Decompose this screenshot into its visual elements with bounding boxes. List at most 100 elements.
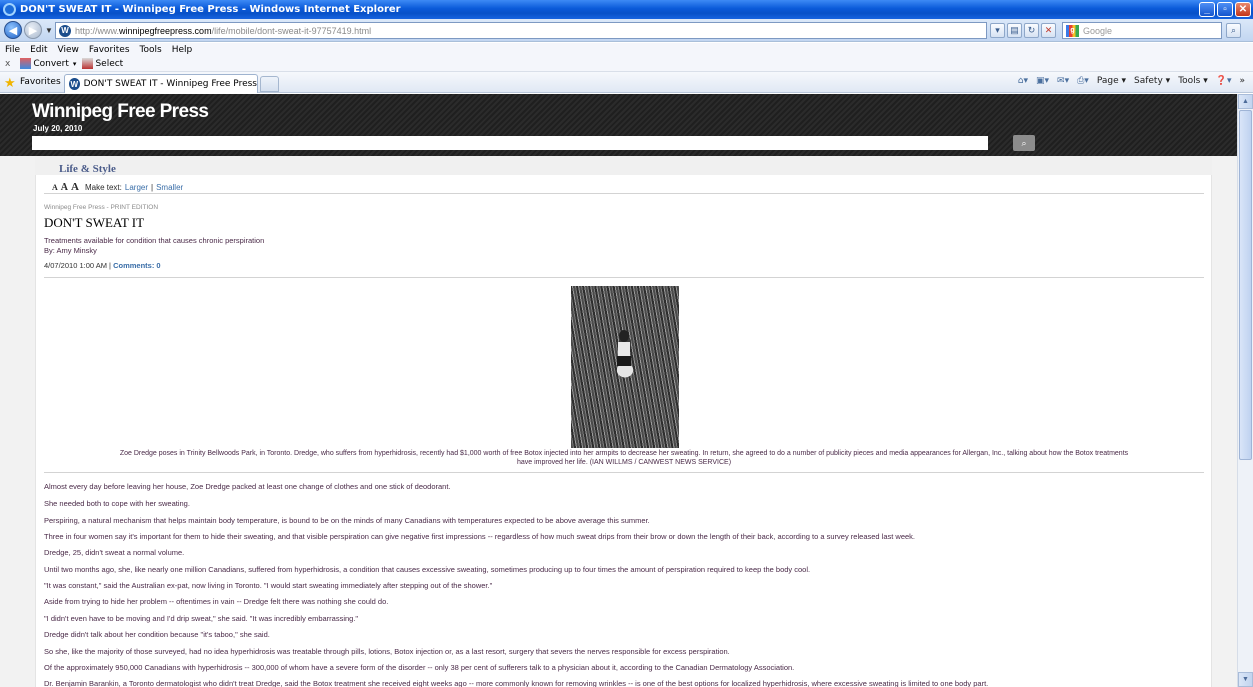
article-paragraph: Almost every day before leaving her hous… <box>44 482 451 491</box>
help-icon[interactable]: ❓▾ <box>1216 76 1232 86</box>
tools-menu[interactable]: Tools ▾ <box>1178 76 1208 86</box>
photo-caption: Zoe Dredge poses in Trinity Bellwoods Pa… <box>44 449 1204 467</box>
maximize-button[interactable]: ▫ <box>1217 2 1233 17</box>
menu-bar: File Edit View Favorites Tools Help <box>0 43 1253 56</box>
address-dropdown-button[interactable]: ▾ <box>990 23 1005 38</box>
chevron-more-icon[interactable]: » <box>1239 76 1245 86</box>
text-size-label: Make text: <box>84 183 122 192</box>
article-paragraph: "I didn't even have to be moving and I'd… <box>44 614 359 623</box>
new-tab-button[interactable] <box>260 76 279 92</box>
vertical-scrollbar[interactable]: ▲ ▼ <box>1237 94 1253 687</box>
google-icon: g <box>1066 24 1079 37</box>
masthead-date: July 20, 2010 <box>33 124 83 133</box>
feeds-icon[interactable]: ▣▾ <box>1036 76 1049 86</box>
site-search-input[interactable] <box>32 136 988 150</box>
select-icon <box>82 58 94 69</box>
tab-current[interactable]: W DON'T SWEAT IT - Winnipeg Free Press <box>64 74 258 93</box>
history-dropdown-icon[interactable]: ▼ <box>45 26 53 35</box>
close-toolbar-button[interactable]: x <box>5 59 10 69</box>
search-button[interactable]: ⌕ <box>1226 23 1241 38</box>
article-paragraph: Dredge, 25, didn't sweat a normal volume… <box>44 548 185 557</box>
divider <box>44 277 1204 278</box>
scroll-down-button[interactable]: ▼ <box>1238 672 1253 687</box>
stop-button[interactable]: ✕ <box>1041 23 1056 38</box>
search-placeholder: Google <box>1083 25 1113 36</box>
page-viewport: Winnipeg Free Press July 20, 2010 ⌕ Life… <box>0 94 1237 687</box>
convert-icon <box>20 58 32 69</box>
text-size-large-icon[interactable]: A <box>71 181 79 193</box>
article-paragraph: Aside from trying to hide her problem --… <box>44 597 389 606</box>
article-paragraph: Dredge didn't talk about her condition b… <box>44 630 270 639</box>
article-paragraph: Perspiring, a natural mechanism that hel… <box>44 516 650 525</box>
menu-favorites[interactable]: Favorites <box>89 45 130 55</box>
mail-icon[interactable]: ✉▾ <box>1057 76 1069 86</box>
site-logo[interactable]: Winnipeg Free Press <box>32 101 209 123</box>
menu-tools[interactable]: Tools <box>140 45 162 55</box>
forward-button[interactable]: ▶ <box>24 21 42 39</box>
separator: | <box>151 183 154 192</box>
refresh-button[interactable]: ↻ <box>1024 23 1039 38</box>
article-headline: DON'T SWEAT IT <box>44 215 145 230</box>
person-figure-icon <box>617 330 631 366</box>
address-toolbar: ◀ ▶ ▼ W http://www.winnipegfreepress.com… <box>0 19 1253 42</box>
article-kicker: Winnipeg Free Press - PRINT EDITION <box>44 204 159 211</box>
article-paragraph: Dr. Benjamin Barankin, a Toronto dermato… <box>44 679 989 687</box>
comments-link[interactable]: Comments: 0 <box>113 261 161 270</box>
select-button[interactable]: Select <box>95 59 123 69</box>
article-deck: Treatments available for condition that … <box>44 236 265 245</box>
home-icon[interactable]: ⌂▾ <box>1018 76 1028 86</box>
back-button[interactable]: ◀ <box>4 21 22 39</box>
article-photo[interactable] <box>571 286 679 448</box>
convert-dropdown-icon[interactable]: ▾ <box>73 60 77 68</box>
scroll-up-button[interactable]: ▲ <box>1238 94 1253 109</box>
menu-edit[interactable]: Edit <box>30 45 47 55</box>
menu-help[interactable]: Help <box>172 45 193 55</box>
text-size-medium-icon[interactable]: A <box>61 182 68 193</box>
favorites-bar: ★ Favorites W DON'T SWEAT IT - Winnipeg … <box>0 72 1253 93</box>
tab-favicon-icon: W <box>69 78 80 90</box>
text-size-controls: A A A Make text: Larger | Smaller <box>52 181 183 193</box>
favorites-star-icon[interactable]: ★ <box>4 75 16 91</box>
ie-logo-icon <box>3 3 16 16</box>
command-bar: ⌂▾ ▣▾ ✉▾ ⎙▾ Page ▾ Safety ▾ Tools ▾ ❓▾ » <box>1018 76 1245 86</box>
article-paragraph: She needed both to cope with her sweatin… <box>44 499 190 508</box>
article-paragraph: Three in four women say it's important f… <box>44 532 916 541</box>
caption-line: Zoe Dredge poses in Trinity Bellwoods Pa… <box>119 450 1129 457</box>
close-window-button[interactable]: ✕ <box>1235 2 1251 17</box>
site-favicon-icon: W <box>59 24 71 37</box>
command-row: x Convert ▾ Select <box>0 56 1253 72</box>
compatibility-view-icon[interactable]: ▤ <box>1007 23 1022 38</box>
tab-title: DON'T SWEAT IT - Winnipeg Free Press <box>83 79 257 89</box>
section-title[interactable]: Life & Style <box>59 163 116 175</box>
article-byline: By: Amy Minsky <box>44 246 97 255</box>
section-band <box>35 156 1212 175</box>
url-text: http://www.winnipegfreepress.com/life/mo… <box>75 25 372 36</box>
article-dateline: 4/07/2010 1:00 AM | Comments: 0 <box>44 261 161 270</box>
divider <box>44 472 1204 473</box>
masthead: Winnipeg Free Press July 20, 2010 ⌕ <box>0 94 1237 156</box>
minimize-button[interactable]: _ <box>1199 2 1215 17</box>
menu-view[interactable]: View <box>58 45 79 55</box>
window-title-bar: DON'T SWEAT IT - Winnipeg Free Press - W… <box>0 0 1253 19</box>
article-paragraph: Of the approximately 950,000 Canadians w… <box>44 663 795 672</box>
smaller-link[interactable]: Smaller <box>156 183 183 192</box>
address-input[interactable]: W http://www.winnipegfreepress.com/life/… <box>55 22 987 39</box>
article-date: 4/07/2010 1:00 AM | <box>44 261 111 270</box>
article-paragraph: So she, like the majority of those surve… <box>44 647 730 656</box>
caption-line: have improved her life. (IAN WILLMS / CA… <box>516 459 732 466</box>
convert-button[interactable]: Convert <box>33 59 69 69</box>
search-input[interactable]: g Google <box>1062 22 1222 39</box>
text-size-small-icon[interactable]: A <box>52 183 58 192</box>
divider <box>44 193 1204 194</box>
scrollbar-thumb[interactable] <box>1239 110 1252 460</box>
menu-file[interactable]: File <box>5 45 20 55</box>
page-menu[interactable]: Page ▾ <box>1097 76 1126 86</box>
site-search-button[interactable]: ⌕ <box>1013 135 1035 151</box>
safety-menu[interactable]: Safety ▾ <box>1134 76 1170 86</box>
window-title: DON'T SWEAT IT - Winnipeg Free Press - W… <box>20 4 401 15</box>
article-paragraph: Until two months ago, she, like nearly o… <box>44 565 811 574</box>
favorites-button[interactable]: Favorites <box>20 77 61 87</box>
article-paragraph: "It was constant," said the Australian e… <box>44 581 493 590</box>
print-icon[interactable]: ⎙▾ <box>1077 76 1089 86</box>
larger-link[interactable]: Larger <box>125 183 148 192</box>
